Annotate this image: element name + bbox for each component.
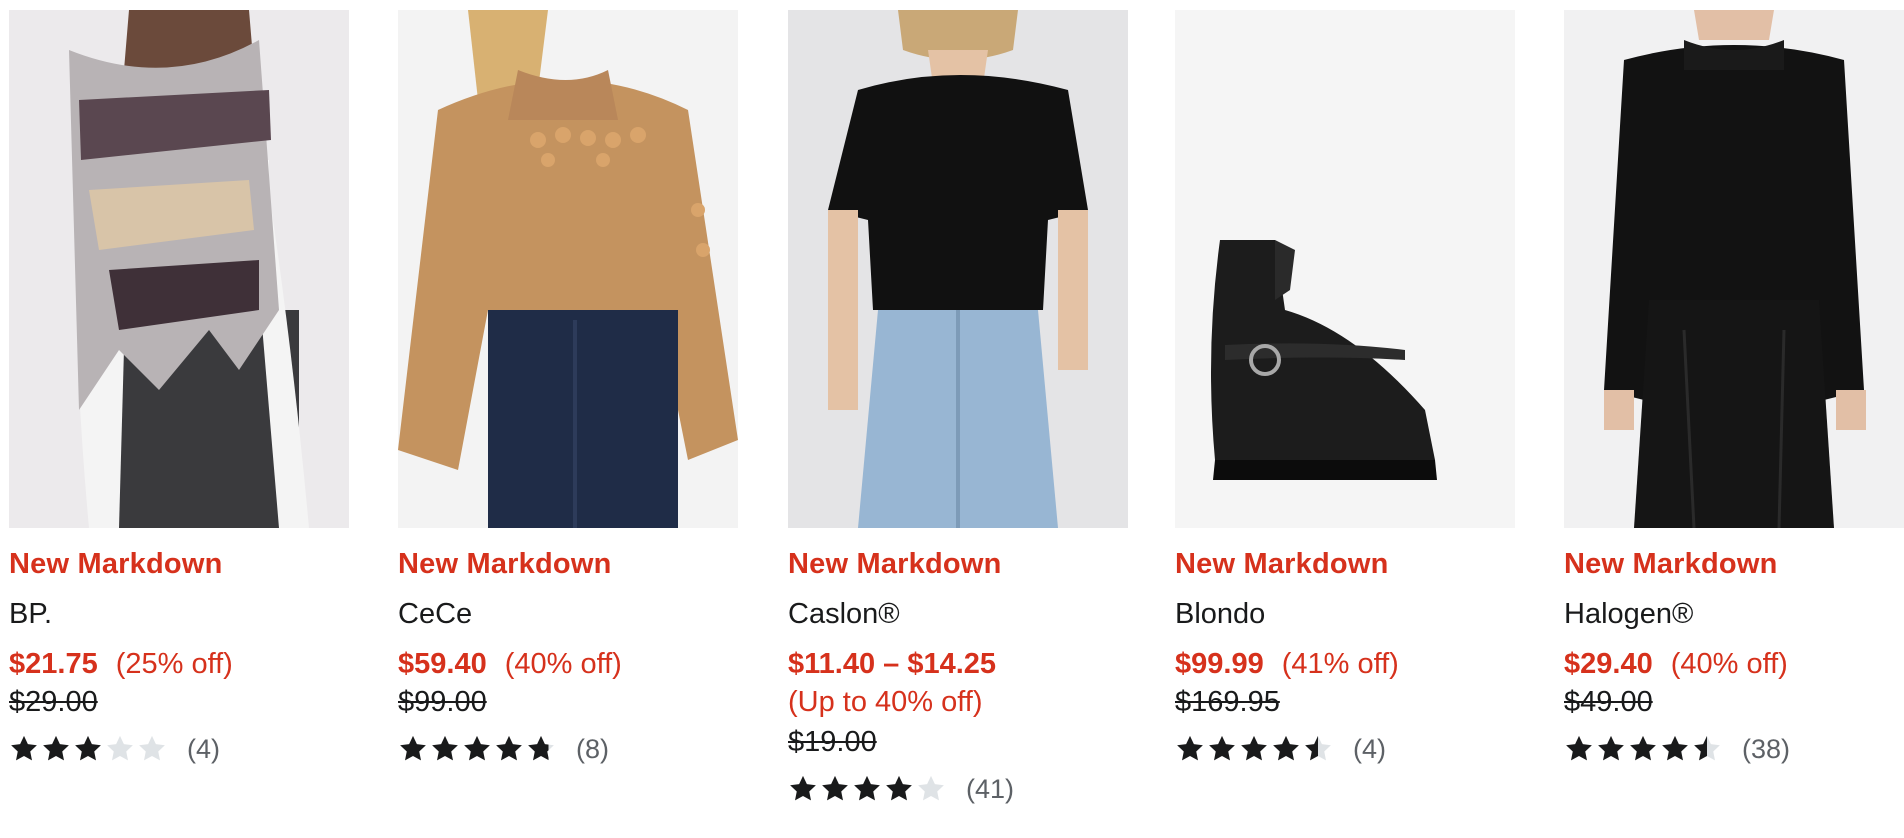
review-count: (4): [1353, 733, 1386, 764]
star-icon: [496, 735, 522, 761]
star-rating[interactable]: (4): [1175, 730, 1515, 768]
original-price: $99.00: [398, 686, 487, 718]
sale-price: $59.40: [398, 648, 487, 680]
star-rating[interactable]: (8): [398, 730, 738, 768]
star-icon: [528, 735, 554, 761]
star-icon: [1694, 735, 1720, 761]
original-price: $169.95: [1175, 686, 1280, 718]
star-icon: [1177, 735, 1203, 761]
markdown-badge: New Markdown: [1564, 548, 1778, 580]
star-icon: [75, 735, 101, 761]
stars: [788, 774, 948, 804]
original-price: $19.00: [788, 726, 877, 758]
product-brand[interactable]: Halogen®: [1564, 596, 1904, 632]
star-icon: [1273, 735, 1299, 761]
markdown-badge: New Markdown: [9, 548, 223, 580]
original-price: $49.00: [1564, 686, 1653, 718]
stars: [1564, 734, 1724, 764]
discount-percent: (41% off): [1281, 648, 1399, 680]
star-icon: [918, 775, 944, 801]
product-image[interactable]: [9, 10, 349, 528]
star-icon: [43, 735, 69, 761]
price-line: $11.40 – $14.25: [788, 646, 1128, 682]
star-icon: [1598, 735, 1624, 761]
star-icon: [1241, 735, 1267, 761]
star-icon: [1305, 735, 1331, 761]
star-icon: [464, 735, 490, 761]
star-icon: [11, 735, 37, 761]
discount-percent: (Up to 40% off): [788, 686, 983, 718]
star-rating[interactable]: (38): [1564, 730, 1904, 768]
star-icon: [432, 735, 458, 761]
product-brand[interactable]: Blondo: [1175, 596, 1515, 632]
product-brand[interactable]: BP.: [9, 596, 349, 632]
review-count: (38): [1742, 733, 1791, 764]
star-icon: [1662, 735, 1688, 761]
star-icon: [822, 775, 848, 801]
review-count: (41): [966, 773, 1015, 804]
markdown-badge: New Markdown: [398, 548, 612, 580]
sale-price: $21.75: [9, 648, 98, 680]
product-card[interactable]: New Markdown Halogen® $29.40 (40% off) $4…: [1564, 10, 1904, 768]
sale-price: $29.40: [1564, 648, 1653, 680]
price-line: $21.75 (25% off): [9, 646, 349, 682]
star-icon: [107, 735, 133, 761]
stars: [398, 734, 558, 764]
star-icon: [886, 775, 912, 801]
star-icon: [1630, 735, 1656, 761]
star-rating[interactable]: (41): [788, 770, 1128, 808]
markdown-badge: New Markdown: [788, 548, 1002, 580]
discount-percent: (25% off): [115, 648, 233, 680]
star-icon: [790, 775, 816, 801]
product-image[interactable]: [788, 10, 1128, 528]
product-brand[interactable]: CeCe: [398, 596, 738, 632]
product-card[interactable]: New Markdown Blondo $99.99 (41% off) $169…: [1175, 10, 1515, 768]
product-card[interactable]: New Markdown Caslon® $11.40 – $14.25 (Up…: [788, 10, 1128, 808]
sale-price: $99.99: [1175, 648, 1264, 680]
review-count: (4): [187, 733, 220, 764]
product-image[interactable]: [1175, 10, 1515, 528]
stars: [1175, 734, 1335, 764]
review-count: (8): [576, 733, 609, 764]
price-line: $29.40 (40% off): [1564, 646, 1904, 682]
markdown-badge: New Markdown: [1175, 548, 1389, 580]
star-icon: [139, 735, 165, 761]
product-brand[interactable]: Caslon®: [788, 596, 1128, 632]
discount-percent: (40% off): [1670, 648, 1788, 680]
star-icon: [1209, 735, 1235, 761]
star-icon: [1566, 735, 1592, 761]
star-icon: [400, 735, 426, 761]
star-rating[interactable]: (4): [9, 730, 349, 768]
discount-percent: (40% off): [504, 648, 622, 680]
product-image[interactable]: [1564, 10, 1904, 528]
star-icon: [854, 775, 880, 801]
sale-price: $11.40 – $14.25: [788, 648, 997, 680]
original-price: $29.00: [9, 686, 98, 718]
stars: [9, 734, 169, 764]
product-card[interactable]: New Markdown BP. $21.75 (25% off) $29.00 …: [9, 10, 349, 768]
price-line: $59.40 (40% off): [398, 646, 738, 682]
product-grid: New Markdown BP. $21.75 (25% off) $29.00 …: [0, 0, 1904, 838]
product-card[interactable]: New Markdown CeCe $59.40 (40% off) $99.00…: [398, 10, 738, 768]
price-line: $99.99 (41% off): [1175, 646, 1515, 682]
product-image[interactable]: [398, 10, 738, 528]
